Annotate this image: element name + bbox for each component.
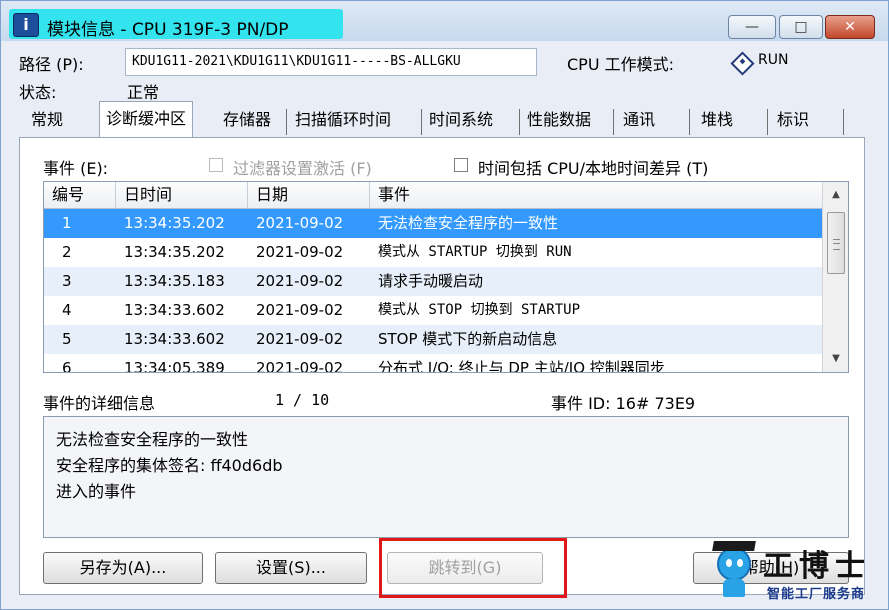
minimize-button[interactable]: — [728, 15, 776, 39]
tab-scan-cycle-time[interactable]: 扫描循环时间 [295, 105, 391, 135]
grip-icon [833, 239, 840, 250]
maximize-button[interactable]: □ [779, 15, 823, 39]
path-label: 路径 (P): [19, 55, 84, 74]
event-no: 5 [62, 330, 72, 348]
event-details-box[interactable]: 无法检查安全程序的一致性 安全程序的集体签名: ff40d6db 进入的事件 [43, 416, 849, 538]
tab-memory[interactable]: 存储器 [223, 105, 271, 135]
mascot-body [723, 579, 745, 597]
tab-separator [421, 109, 422, 135]
highlight-annotation [379, 538, 567, 598]
event-no: 1 [62, 214, 72, 232]
tab-separator [767, 109, 768, 135]
scroll-up-icon[interactable]: ▲ [823, 184, 848, 206]
event-row[interactable]: 2 13:34:35.202 2021-09-02 模式从 STARTUP 切换… [44, 238, 822, 267]
module-info-window: i 模块信息 - CPU 319F-3 PN/DP — □ ✕ 路径 (P): … [0, 0, 889, 610]
filter-active-label: 过滤器设置激活 (F) [233, 159, 372, 178]
event-counter: 1 / 10 [275, 391, 330, 409]
title-bar[interactable]: i 模块信息 - CPU 319F-3 PN/DP — □ ✕ [1, 1, 888, 41]
window-title: 模块信息 - CPU 319F-3 PN/DP [47, 20, 289, 40]
event-time: 13:34:05.389 [124, 359, 225, 373]
scroll-thumb[interactable] [827, 212, 845, 274]
event-date: 2021-09-02 [256, 243, 344, 261]
event-id: 事件 ID: 16# 73E9 [551, 394, 696, 413]
event-time: 13:34:35.202 [124, 214, 225, 232]
events-label: 事件 (E): [43, 159, 109, 178]
event-time: 13:34:33.602 [124, 301, 225, 319]
event-text: STOP 模式下的新启动信息 [378, 330, 558, 348]
tab-identification[interactable]: 标识 [777, 105, 809, 135]
tab-general[interactable]: 常规 [31, 105, 63, 135]
event-text: 请求手动暖启动 [378, 272, 484, 290]
event-no: 4 [62, 301, 72, 319]
status-value: 正常 [127, 83, 160, 102]
event-row[interactable]: 4 13:34:33.602 2021-09-02 模式从 STOP 切换到 S… [44, 296, 822, 325]
tab-separator [613, 109, 614, 135]
event-row[interactable]: 3 13:34:35.183 2021-09-02 请求手动暖启动 [44, 267, 822, 296]
event-text: 模式从 STARTUP 切换到 RUN [378, 244, 572, 260]
details-line: 进入的事件 [56, 482, 137, 501]
watermark-title: 工博士 [763, 549, 871, 584]
status-label: 状态: [19, 83, 57, 102]
event-list[interactable]: 编号 日时间 日期 事件 1 13:34:35.202 2021-09-02 无… [43, 181, 849, 373]
event-no: 6 [62, 359, 72, 373]
tab-stack[interactable]: 堆栈 [701, 105, 733, 135]
tab-separator [286, 109, 287, 135]
tab-performance-data[interactable]: 性能数据 [527, 105, 591, 135]
tab-separator [843, 109, 844, 135]
event-date: 2021-09-02 [256, 272, 344, 290]
tab-diagnostic-buffer[interactable]: 诊断缓冲区 [99, 101, 194, 137]
details-line: 安全程序的集体签名: ff40d6db [56, 456, 283, 475]
filter-active-checkbox [209, 158, 223, 172]
event-text: 分布式 I/O: 终止与 DP 主站/IO 控制器同步 [378, 359, 665, 373]
event-text: 模式从 STOP 切换到 STARTUP [378, 302, 581, 318]
tab-separator [519, 109, 520, 135]
settings-button[interactable]: 设置(S)... [215, 552, 367, 584]
event-no: 3 [62, 272, 72, 290]
event-date: 2021-09-02 [256, 359, 344, 373]
column-header-event[interactable]: 事件 [370, 182, 822, 208]
column-header-time[interactable]: 日时间 [116, 182, 248, 208]
tab-separator [689, 109, 690, 135]
graduation-cap-icon [712, 541, 756, 551]
time-difference-checkbox[interactable] [454, 158, 468, 172]
column-header-no[interactable]: 编号 [44, 182, 116, 208]
event-row[interactable]: 5 13:34:33.602 2021-09-02 STOP 模式下的新启动信息 [44, 325, 822, 354]
event-date: 2021-09-02 [256, 330, 344, 348]
close-button[interactable]: ✕ [825, 15, 875, 39]
brand-watermark: 工博士 智能工厂服务商 [711, 537, 881, 603]
run-diamond-icon [730, 51, 755, 76]
time-difference-label[interactable]: 时间包括 CPU/本地时间差异 (T) [478, 155, 708, 179]
save-as-button[interactable]: 另存为(A)... [43, 552, 203, 584]
event-details-label: 事件的详细信息 [43, 394, 156, 413]
event-time: 13:34:35.183 [124, 272, 225, 290]
cpu-mode-value: RUN [758, 52, 789, 68]
details-line: 无法检查安全程序的一致性 [56, 430, 249, 449]
mascot-icon [717, 547, 751, 581]
path-field[interactable]: KDU1G11-2021\KDU1G11\KDU1G11-----BS-ALLG… [125, 48, 537, 76]
event-time: 13:34:35.202 [124, 243, 225, 261]
event-list-scrollbar[interactable]: ▲ ▼ [822, 182, 848, 372]
tab-communication[interactable]: 通讯 [623, 105, 655, 135]
event-row[interactable]: 6 13:34:05.389 2021-09-02 分布式 I/O: 终止与 D… [44, 354, 822, 373]
event-row[interactable]: 1 13:34:35.202 2021-09-02 无法检查安全程序的一致性 [44, 209, 822, 238]
event-no: 2 [62, 243, 72, 261]
event-list-header: 编号 日时间 日期 事件 [44, 182, 822, 209]
cpu-mode-label: CPU 工作模式: [567, 55, 675, 74]
watermark-subtitle: 智能工厂服务商 [767, 587, 866, 602]
scroll-down-icon[interactable]: ▼ [823, 348, 848, 370]
event-text: 无法检查安全程序的一致性 [378, 214, 559, 232]
tab-time-system[interactable]: 时间系统 [429, 105, 493, 135]
column-header-date[interactable]: 日期 [248, 182, 370, 208]
event-date: 2021-09-02 [256, 301, 344, 319]
event-date: 2021-09-02 [256, 214, 344, 232]
info-icon: i [13, 13, 39, 37]
event-time: 13:34:33.602 [124, 330, 225, 348]
